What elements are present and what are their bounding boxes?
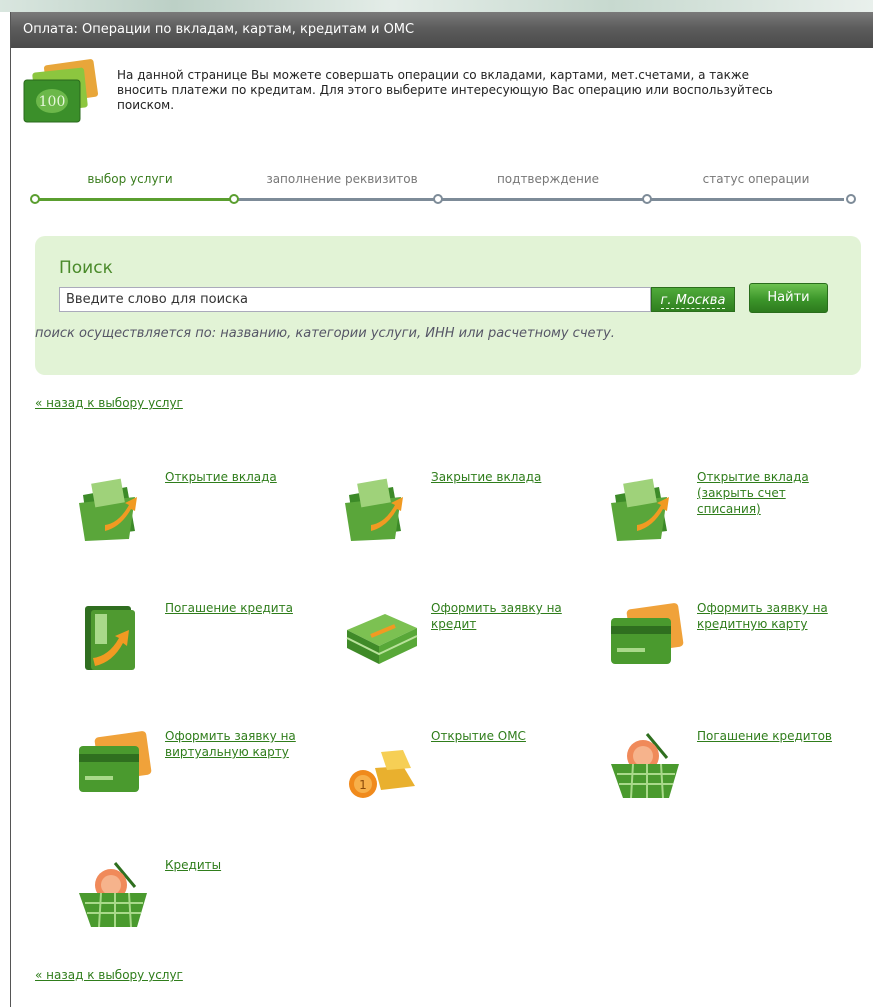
step-progress: выбор услуги заполнение реквизитов подтв… bbox=[22, 168, 856, 212]
service-credit-card-application: Оформить заявку на кредитную карту bbox=[607, 600, 873, 710]
service-close-deposit: Закрытие вклада bbox=[341, 469, 611, 579]
top-banner-strip bbox=[0, 0, 873, 12]
back-to-services-link[interactable]: « назад к выбору услуг bbox=[35, 396, 183, 410]
step-dot bbox=[433, 194, 443, 204]
credit-card-icon bbox=[607, 600, 687, 676]
service-link[interactable]: Погашение кредита bbox=[165, 600, 315, 616]
city-selector[interactable]: г. Москва bbox=[651, 287, 735, 312]
service-link[interactable]: Кредиты bbox=[165, 857, 315, 873]
coin-basket-icon bbox=[607, 728, 687, 804]
service-open-deposit-close-account: Открытие вклада (закрыть счет списания) bbox=[607, 469, 873, 579]
service-loan-application: Оформить заявку на кредит bbox=[341, 600, 611, 710]
step-end-dot bbox=[846, 194, 856, 204]
intro-section: 100 На данной странице Вы можете соверша… bbox=[20, 58, 860, 134]
step-select-service: выбор услуги bbox=[87, 172, 173, 186]
step-confirmation: подтверждение bbox=[496, 172, 600, 186]
service-link[interactable]: Открытие вклада bbox=[165, 469, 315, 485]
service-open-deposit: Открытие вклада bbox=[75, 469, 345, 579]
intro-line: поиском. bbox=[117, 98, 175, 112]
service-link[interactable]: Закрытие вклада bbox=[431, 469, 581, 485]
step-dot bbox=[642, 194, 652, 204]
back-to-services-link-bottom[interactable]: « назад к выбору услуг bbox=[35, 968, 183, 982]
intro-text: На данной странице Вы можете совершать о… bbox=[117, 68, 857, 113]
window-title: Оплата: Операции по вкладам, картам, кре… bbox=[11, 12, 873, 48]
service-link[interactable]: Погашение кредитов bbox=[697, 728, 847, 744]
wallet-arrow-icon bbox=[75, 600, 155, 676]
service-credits: Кредиты bbox=[75, 857, 345, 967]
search-hint-text: поиск осуществляется по: названию, катег… bbox=[35, 326, 615, 341]
service-link[interactable]: Открытие ОМС bbox=[431, 728, 581, 744]
gold-bars-icon: 1 bbox=[341, 728, 421, 804]
deposit-folder-icon bbox=[607, 469, 687, 545]
intro-line: На данной странице Вы можете совершать о… bbox=[117, 68, 750, 82]
money-stack-icon bbox=[341, 600, 421, 676]
service-loan-repayment: Погашение кредита bbox=[75, 600, 345, 710]
search-panel: Поиск г. Москва Найти поиск осуществляет… bbox=[35, 236, 861, 375]
step-fill-details: заполнение реквизитов bbox=[266, 172, 418, 186]
step-line-pending bbox=[232, 198, 844, 201]
service-loans-repayment: Погашение кредитов bbox=[607, 728, 873, 838]
credit-card-icon bbox=[75, 728, 155, 804]
intro-line: вносить платежи по кредитам. Для этого в… bbox=[117, 83, 773, 97]
service-link[interactable]: Открытие вклада (закрыть счет списания) bbox=[697, 469, 847, 517]
service-link[interactable]: Оформить заявку на кредитную карту bbox=[697, 600, 847, 632]
service-open-oms: 1 Открытие ОМС bbox=[341, 728, 611, 838]
svg-text:1: 1 bbox=[359, 778, 367, 792]
deposit-folder-icon bbox=[75, 469, 155, 545]
banknotes-icon: 100 bbox=[20, 58, 100, 128]
step-line-done bbox=[32, 198, 232, 201]
coin-basket-icon bbox=[75, 857, 155, 933]
find-button[interactable]: Найти bbox=[749, 283, 828, 313]
deposit-folder-icon bbox=[341, 469, 421, 545]
step-start-dot bbox=[30, 194, 40, 204]
step-operation-status: статус операции bbox=[702, 172, 810, 186]
service-link[interactable]: Оформить заявку на виртуальную карту bbox=[165, 728, 315, 760]
service-link[interactable]: Оформить заявку на кредит bbox=[431, 600, 581, 632]
svg-text:100: 100 bbox=[39, 94, 66, 110]
search-input[interactable] bbox=[59, 287, 651, 312]
service-virtual-card-application: Оформить заявку на виртуальную карту bbox=[75, 728, 345, 838]
step-dot bbox=[229, 194, 239, 204]
search-title: Поиск bbox=[59, 258, 113, 278]
city-label: г. Москва bbox=[660, 293, 726, 309]
